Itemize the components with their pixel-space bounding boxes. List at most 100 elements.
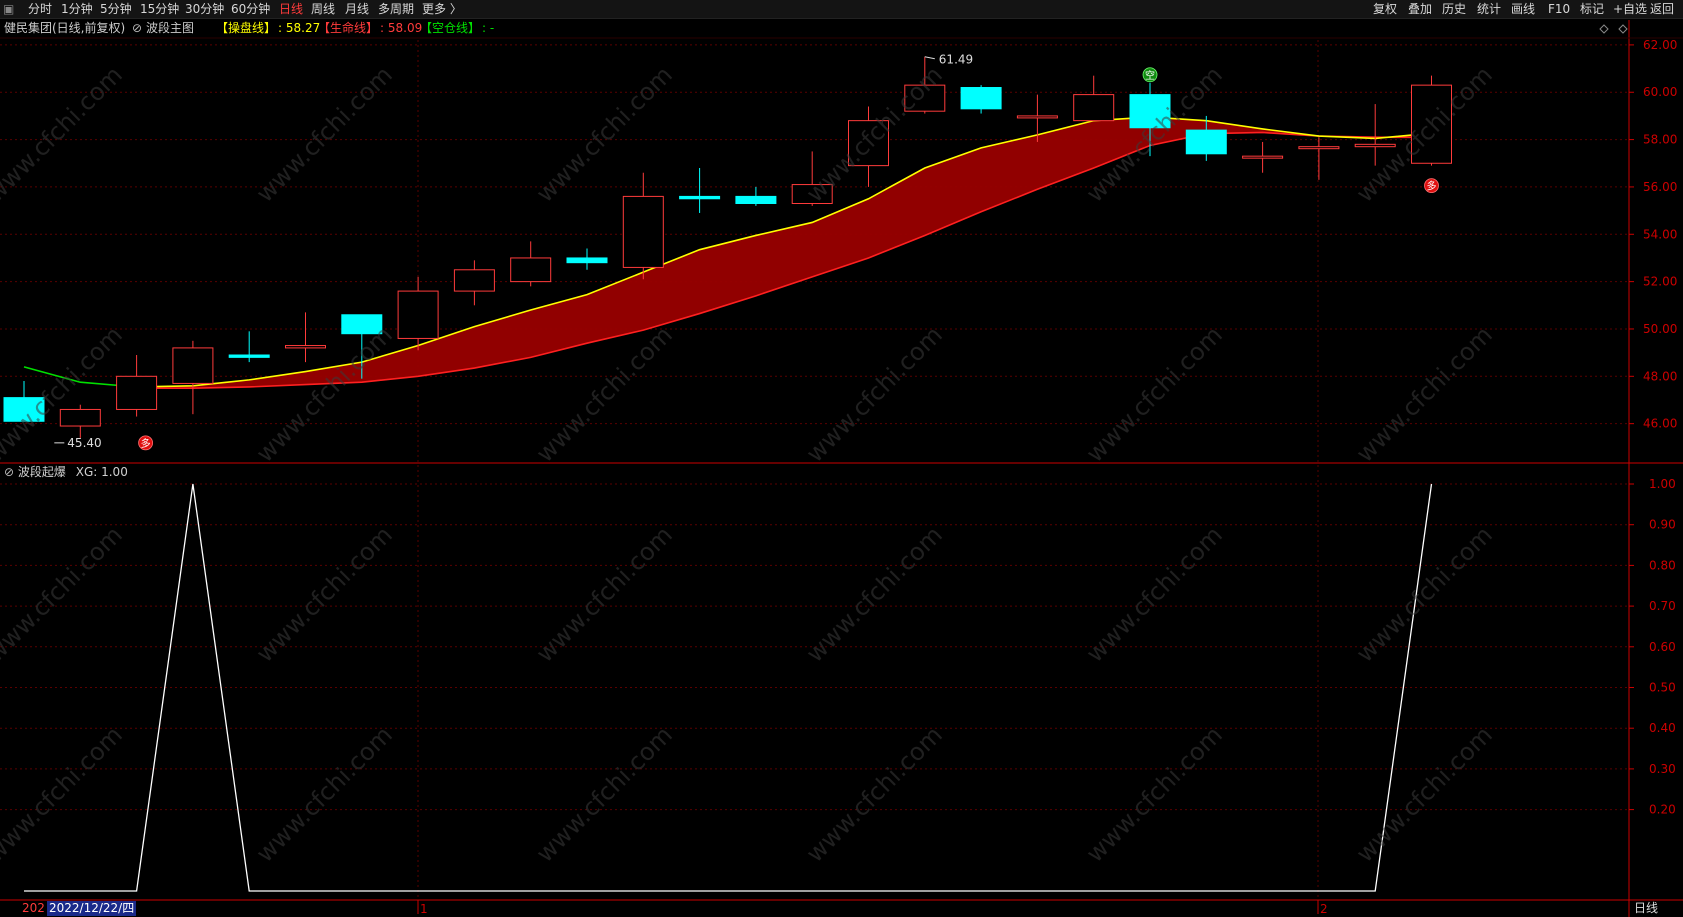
indicator-tick-label: 0.80 [1649, 558, 1676, 572]
candle [1073, 75, 1115, 122]
watermark: www.cfchi.com [801, 521, 948, 668]
watermark: www.cfchi.com [801, 321, 948, 468]
indicator-tick-label: 0.60 [1649, 640, 1676, 654]
period-tab-8[interactable]: 月线 [345, 1, 369, 17]
candle-body [566, 257, 608, 264]
line1-value: : 58.27 [278, 21, 321, 35]
candle [397, 276, 439, 351]
line3-label: 【空仓线】 [420, 21, 481, 35]
period-tab-5[interactable]: 60分钟 [231, 1, 270, 17]
indicator-tick-label: 0.40 [1649, 721, 1676, 735]
period-toolbar: 分时 1分钟 5分钟 15分钟 30分钟 60分钟 日线 周线 月线 多周期 更多 〉 复权 叠加 历史统… [0, 0, 1683, 19]
month-label: 2 [1320, 902, 1328, 916]
price-tick-label: 54.00 [1643, 227, 1677, 241]
price-tick-label: 58.00 [1643, 133, 1677, 147]
buy-signal-badge: 多 [138, 435, 154, 451]
candle [566, 248, 608, 270]
watermark: www.cfchi.com [251, 321, 398, 468]
indicator-tick-label: 0.90 [1649, 518, 1676, 532]
period-tab-0[interactable]: 分时 [28, 1, 52, 17]
candle-body [679, 195, 721, 200]
candle [172, 340, 214, 415]
candle-body [510, 257, 552, 283]
price-tick-label: 56.00 [1643, 180, 1677, 194]
toolbar-button-0[interactable]: 复权 [1373, 1, 1397, 17]
candle-body [960, 87, 1002, 110]
sell-signal-badge: 空 [1142, 67, 1158, 83]
watermark: www.cfchi.com [0, 521, 128, 668]
candle-body [735, 195, 777, 205]
indicator-tick-label: 0.20 [1649, 803, 1676, 817]
toolbar-button-7[interactable]: +自选 [1613, 1, 1647, 17]
candle [510, 241, 552, 287]
candle [735, 186, 777, 206]
candle-body [453, 269, 495, 292]
watermark: www.cfchi.com [0, 61, 128, 208]
candle-body [1242, 155, 1284, 159]
watermark: www.cfchi.com [801, 721, 948, 868]
candle-body [397, 290, 439, 339]
price-tick-label: 46.00 [1643, 417, 1677, 431]
sub-indicator-name[interactable]: 波段起爆 [18, 465, 66, 479]
candle [228, 331, 270, 363]
candle-body [1073, 94, 1115, 122]
candle [285, 312, 326, 363]
period-tab-7[interactable]: 周线 [311, 1, 335, 17]
month-label: 1 [420, 902, 428, 916]
signal-text: 空 [1145, 69, 1155, 82]
price-tick-label: 62.00 [1643, 38, 1677, 52]
date-prefix: 202 [22, 901, 45, 915]
sub-indicator-title: ⊘ 波段起爆 XG: 1.00 [4, 463, 128, 481]
candle-body [622, 195, 664, 268]
candle-body [285, 345, 326, 349]
period-tab-6[interactable]: 日线 [279, 1, 303, 17]
watermark: www.cfchi.com [531, 521, 678, 668]
toolbar-button-3[interactable]: 统计 [1477, 1, 1501, 17]
sub-settings-icon[interactable]: ⊘ [4, 465, 14, 479]
signal-text: 多 [141, 437, 151, 450]
toolbar-button-1[interactable]: 叠加 [1408, 1, 1432, 17]
buy-signal-badge: 多 [1424, 178, 1439, 194]
high-price-label: 61.49 [939, 53, 973, 67]
watermark: www.cfchi.com [251, 721, 398, 868]
candle [116, 355, 158, 417]
candle [960, 85, 1002, 114]
watermark: www.cfchi.com [251, 521, 398, 668]
candle-body [116, 375, 158, 410]
low-price-label: 45.40 [67, 436, 101, 450]
band-fill [136, 117, 1432, 389]
indicator-settings-icon[interactable]: ⊘ [132, 19, 142, 37]
candle-body [59, 408, 101, 427]
chart-canvas: 62.00 60.00 58.00 56.00 54.00 52.00 50.00 48.00… [0, 20, 1683, 917]
watermark: www.cfchi.com [0, 721, 128, 868]
indicator-name[interactable]: 波段主图 [146, 19, 194, 37]
period-label: 日线 [1634, 901, 1659, 915]
cursor-date: 2022/12/22/四 [47, 901, 137, 916]
line3-value: : - [482, 21, 495, 35]
toolbar-button-2[interactable]: 历史 [1442, 1, 1466, 17]
indicator-tick-label: 1.00 [1649, 477, 1676, 491]
watermark: www.cfchi.com [1351, 521, 1498, 668]
period-tab-3[interactable]: 15分钟 [140, 1, 179, 17]
candle [679, 167, 721, 213]
candle-body [1298, 146, 1340, 150]
window-control-icon [1618, 24, 1628, 34]
toolbar-button-8[interactable]: 返回 [1650, 1, 1674, 17]
price-tick-label: 52.00 [1643, 275, 1677, 289]
candle-body [228, 354, 270, 358]
watermark: www.cfchi.com [1081, 321, 1228, 468]
sub-indicator-value: XG: 1.00 [75, 465, 128, 479]
candle [622, 172, 664, 280]
period-tab-10[interactable]: 更多 〉 [422, 1, 462, 17]
candle [453, 260, 495, 306]
watermark: www.cfchi.com [1351, 321, 1498, 468]
period-tab-2[interactable]: 5分钟 [100, 1, 132, 17]
toolbar-button-5[interactable]: F10 [1548, 1, 1570, 17]
menu-icon[interactable]: ▣ [3, 1, 14, 17]
toolbar-button-4[interactable]: 画线 [1511, 1, 1535, 17]
period-tab-9[interactable]: 多周期 [378, 1, 414, 17]
period-tab-4[interactable]: 30分钟 [185, 1, 224, 17]
watermark: www.cfchi.com [1081, 721, 1228, 868]
toolbar-button-6[interactable]: 标记 [1580, 1, 1604, 17]
period-tab-1[interactable]: 1分钟 [61, 1, 93, 17]
